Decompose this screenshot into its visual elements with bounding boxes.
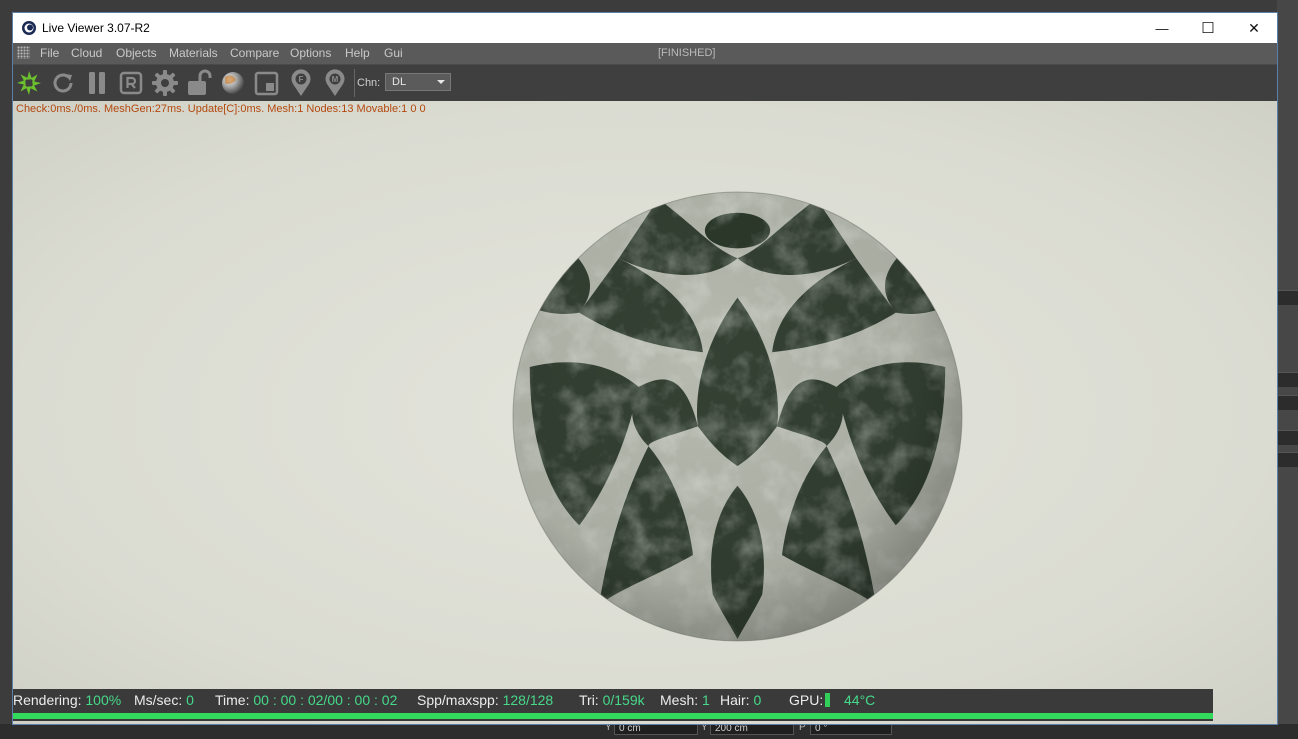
title-bar[interactable]: Live Viewer 3.07-R2 — ☐ ✕ — [13, 13, 1277, 43]
pause-icon[interactable] — [82, 68, 112, 98]
cinema4d-app-icon — [22, 21, 36, 35]
channel-value: DL — [392, 76, 407, 88]
spp-label: Spp/maxspp: — [417, 692, 499, 708]
menu-materials[interactable]: Materials — [169, 43, 218, 64]
menu-gui[interactable]: Gui — [384, 43, 403, 64]
minimize-button[interactable]: — — [1139, 13, 1185, 43]
gpu-label: GPU: — [789, 692, 824, 708]
render-status-bar: Rendering: 100% Ms/sec: 0 Time: 00 : 00 … — [13, 689, 1213, 711]
grip-icon[interactable] — [17, 46, 30, 59]
channel-select[interactable]: DL — [385, 73, 451, 91]
svg-text:M: M — [332, 75, 339, 84]
menu-options[interactable]: Options — [290, 43, 331, 64]
menu-compare[interactable]: Compare — [230, 43, 279, 64]
render-info-text: Check:0ms./0ms. MeshGen:27ms. Update[C]:… — [16, 103, 426, 115]
marble-sphere-render — [512, 191, 963, 642]
tri-value: 0/159k — [602, 692, 645, 708]
hair-label: Hair: — [720, 692, 750, 708]
background-app-side-panel — [1277, 0, 1298, 739]
close-icon: ✕ — [1248, 19, 1260, 36]
time-value: 00 : 00 : 02/00 : 00 : 02 — [253, 692, 398, 708]
menu-objects[interactable]: Objects — [116, 43, 157, 64]
rendering-label: Rendering: — [13, 692, 82, 708]
refresh-icon[interactable] — [48, 68, 78, 98]
render-state: [FINISHED] — [658, 47, 716, 59]
focus-pin-icon[interactable]: F — [286, 68, 316, 98]
gpu-temp: 44°C — [844, 692, 876, 708]
gpu-usage-bar — [825, 693, 831, 707]
render-progress-fill — [13, 713, 1213, 719]
live-viewer-window: Live Viewer 3.07-R2 — ☐ ✕ File Cloud Obj… — [12, 12, 1278, 725]
minimize-icon: — — [1155, 20, 1169, 36]
render-progress-bar — [13, 711, 1213, 721]
octane-logo-icon[interactable] — [14, 68, 44, 98]
menu-bar: File Cloud Objects Materials Compare Opt… — [13, 43, 1277, 65]
unlock-icon[interactable] — [184, 68, 214, 98]
chevron-down-icon — [437, 80, 445, 84]
menu-cloud[interactable]: Cloud — [71, 43, 102, 64]
ms-value: 0 — [186, 692, 194, 708]
menu-file[interactable]: File — [40, 43, 59, 64]
close-button[interactable]: ✕ — [1231, 13, 1277, 43]
material-pin-icon[interactable]: M — [320, 68, 350, 98]
mesh-value: 1 — [702, 692, 710, 708]
hair-value: 0 — [753, 692, 762, 708]
time-label: Time: — [215, 692, 250, 708]
menu-help[interactable]: Help — [345, 43, 370, 64]
r-icon[interactable] — [116, 68, 146, 98]
region-icon[interactable] — [252, 68, 282, 98]
render-viewport[interactable]: Check:0ms./0ms. MeshGen:27ms. Update[C]:… — [13, 101, 1277, 724]
mesh-label: Mesh: — [660, 692, 699, 708]
rendering-value: 100% — [85, 692, 122, 708]
spp-value: 128/128 — [502, 692, 554, 708]
maximize-button[interactable]: ☐ — [1185, 13, 1231, 43]
maximize-icon: ☐ — [1201, 20, 1215, 37]
window-title: Live Viewer 3.07-R2 — [42, 21, 150, 35]
toolbar-divider — [354, 69, 355, 97]
material-ball-icon[interactable] — [218, 68, 248, 98]
tri-label: Tri: — [579, 692, 599, 708]
svg-text:F: F — [299, 75, 304, 84]
gear-icon[interactable] — [150, 68, 180, 98]
ms-label: Ms/sec: — [134, 692, 183, 708]
toolbar: F M Chn: DL — [13, 65, 1277, 101]
channel-label: Chn: — [357, 77, 381, 89]
